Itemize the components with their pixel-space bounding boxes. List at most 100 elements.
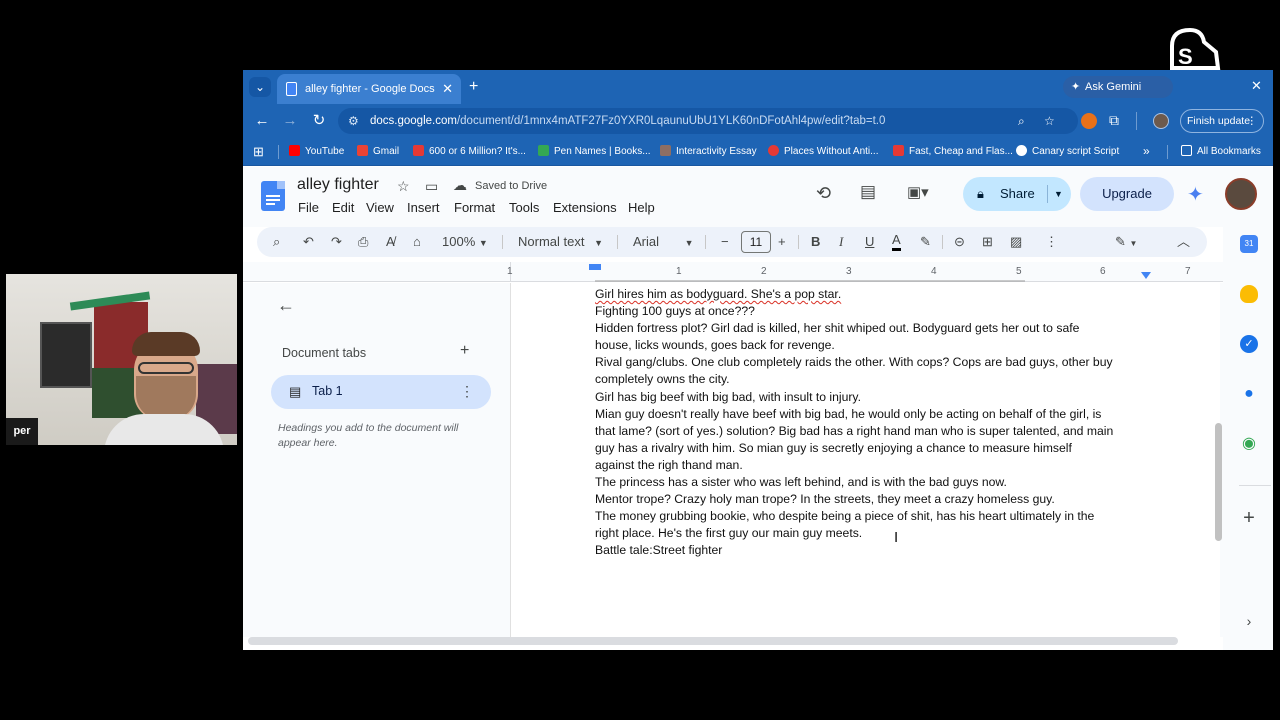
contacts-icon[interactable]: ● (1240, 385, 1258, 403)
bookmark-places-without-anti[interactable]: Places Without Anti... (768, 145, 879, 159)
bookmark-interactivity-essay[interactable]: Interactivity Essay (660, 145, 757, 159)
print-icon[interactable]: ⎙ (358, 232, 368, 252)
decrease-font-size-icon[interactable]: − (721, 232, 729, 252)
finish-update-button[interactable]: Finish update ⋮ (1180, 109, 1264, 133)
youtube-icon (893, 145, 904, 156)
font-select[interactable]: Arial ▼ (633, 232, 694, 253)
share-dropdown-icon[interactable]: ▼ (1054, 177, 1063, 211)
keep-icon[interactable] (1240, 285, 1258, 303)
calendar-icon[interactable]: 31 (1240, 235, 1258, 253)
menu-help[interactable]: Help (628, 200, 655, 215)
font-size-input[interactable]: 11 (741, 231, 771, 253)
menu-view[interactable]: View (366, 200, 394, 215)
insert-link-icon[interactable]: ⊝ (954, 232, 965, 252)
document-page[interactable]: Girl hires him as bodyguard. She's a pop… (510, 280, 1220, 637)
reload-icon[interactable]: ↻ (310, 112, 328, 130)
address-bar[interactable]: ⚙ docs.google.com/document/d/1mnx4mATF27… (338, 108, 1078, 134)
bookmark-pen-names[interactable]: Pen Names | Books... (538, 145, 651, 159)
indent-marker-icon[interactable] (589, 264, 601, 270)
extensions-puzzle-icon[interactable]: ⧉ (1109, 112, 1119, 129)
search-menus-icon[interactable]: ⌕ (273, 232, 280, 252)
text-color-icon[interactable]: A (892, 232, 901, 251)
ask-gemini-button[interactable]: ✦ Ask Gemini (1063, 76, 1173, 98)
bookmark-gmail[interactable]: Gmail (357, 145, 399, 159)
star-icon[interactable]: ☆ (397, 178, 410, 195)
insert-comment-icon[interactable]: ⊞ (982, 232, 993, 252)
style-select[interactable]: Normal text ▼ (518, 232, 603, 253)
tasks-icon[interactable]: ✓ (1240, 335, 1258, 353)
tab-1-item[interactable]: ▤ Tab 1 ⋮ (271, 375, 491, 409)
browser-tab[interactable]: alley fighter - Google Docs ✕ (277, 74, 461, 104)
underline-icon[interactable]: U (865, 232, 874, 252)
back-icon[interactable]: ← (253, 112, 271, 130)
menu-extensions[interactable]: Extensions (553, 200, 617, 215)
add-on-plus-icon[interactable]: + (1240, 508, 1258, 528)
italic-icon[interactable]: I (839, 232, 843, 252)
menu-insert[interactable]: Insert (407, 200, 440, 215)
menu-edit[interactable]: Edit (332, 200, 354, 215)
highlight-icon[interactable]: ✎ (920, 232, 931, 252)
zoom-icon[interactable]: ⌕ (1018, 108, 1025, 134)
doc-line-2: Fighting 100 guys at once??? (595, 304, 755, 319)
upgrade-button[interactable]: Upgrade (1080, 177, 1174, 211)
doc-line-8: Mian guy doesn't really have beef with b… (595, 406, 1102, 421)
cloud-saved-icon: ☁ (453, 177, 467, 193)
zoom-select[interactable]: 100% ▼ (442, 232, 488, 253)
tab-bar: ⌄ alley fighter - Google Docs ✕ + ✦ Ask … (243, 70, 1273, 104)
globe-icon (1016, 145, 1027, 156)
more-menu-icon[interactable]: ⋮ (1247, 110, 1258, 132)
expand-panel-icon[interactable]: › (1240, 612, 1258, 630)
share-button[interactable]: 🔒︎ Share ▼ (963, 177, 1071, 211)
tab-options-icon[interactable]: ⋮ (460, 383, 474, 400)
bold-icon[interactable]: B (811, 232, 820, 252)
bookmark-star-icon[interactable]: ☆ (1044, 108, 1055, 134)
extension-icon[interactable] (1081, 113, 1097, 129)
redo-icon[interactable]: ↷ (331, 232, 342, 252)
add-tab-icon[interactable]: + (460, 342, 469, 360)
formatting-toolbar: ⌕ ↶ ↷ ⎙ A̸ ⌂ 100% ▼ Normal text ▼ Arial … (257, 227, 1207, 257)
comments-icon[interactable]: ▤ (860, 182, 876, 202)
menu-format[interactable]: Format (454, 200, 495, 215)
insert-image-icon[interactable]: ▨ (1010, 232, 1022, 252)
new-tab-button[interactable]: + (469, 74, 478, 100)
spellcheck-icon[interactable]: A̸ (386, 232, 395, 252)
bookmark-canary-script[interactable]: Canary script Script (1016, 145, 1119, 159)
chevron-down-icon: ▼ (684, 238, 694, 248)
back-arrow-icon[interactable]: ← (277, 295, 295, 316)
bookmark-600-or-6-million[interactable]: 600 or 6 Million? It's... (413, 145, 526, 159)
menu-file[interactable]: File (298, 200, 319, 215)
site-info-icon[interactable]: ⚙ (348, 108, 359, 134)
close-tab-icon[interactable]: ✕ (442, 74, 453, 104)
more-options-icon[interactable]: ⋮ (1045, 232, 1058, 252)
increase-font-size-icon[interactable]: + (778, 232, 786, 252)
bookmark-fast-cheap[interactable]: Fast, Cheap and Flas... (893, 145, 1013, 159)
document-title[interactable]: alley fighter (297, 176, 379, 194)
bookmark-youtube[interactable]: YouTube (289, 145, 344, 159)
paint-format-icon[interactable]: ⌂ (413, 232, 421, 252)
horizontal-scrollbar[interactable] (248, 637, 1178, 645)
apps-grid-icon[interactable]: ⊞ (253, 144, 264, 160)
all-bookmarks[interactable]: All Bookmarks (1181, 145, 1261, 159)
maps-icon[interactable]: ◉ (1240, 435, 1258, 453)
docs-header: alley fighter ☆ ▭ ☁ Saved to Drive File … (243, 167, 1273, 227)
right-margin-marker-icon[interactable] (1141, 272, 1151, 279)
docs-logo-icon[interactable] (261, 181, 285, 211)
menu-tools[interactable]: Tools (509, 200, 539, 215)
window-close-icon[interactable]: ✕ (1251, 78, 1262, 94)
profile-avatar[interactable] (1153, 113, 1169, 129)
editing-mode-icon[interactable]: ✎ ▼ (1115, 232, 1137, 254)
tab-search-button[interactable]: ⌄ (249, 77, 271, 97)
meet-camera-icon[interactable]: ▣▾ (907, 183, 929, 201)
move-folder-icon[interactable]: ▭ (425, 178, 438, 195)
undo-icon[interactable]: ↶ (303, 232, 314, 252)
forward-icon[interactable]: → (281, 112, 299, 130)
hide-menus-icon[interactable]: ︿ (1177, 232, 1190, 252)
more-bookmarks-icon[interactable]: » (1143, 144, 1150, 158)
doc-line-7: Girl has big beef with big bad, with ins… (595, 389, 861, 404)
document-tab-icon: ▤ (289, 384, 302, 399)
vertical-scrollbar[interactable] (1215, 423, 1222, 541)
version-history-icon[interactable]: ⟲ (816, 183, 831, 204)
gemini-spark-icon[interactable]: ✦ (1187, 182, 1204, 207)
account-avatar[interactable] (1225, 178, 1257, 210)
document-body[interactable]: Girl hires him as bodyguard. She's a pop… (595, 286, 1155, 560)
